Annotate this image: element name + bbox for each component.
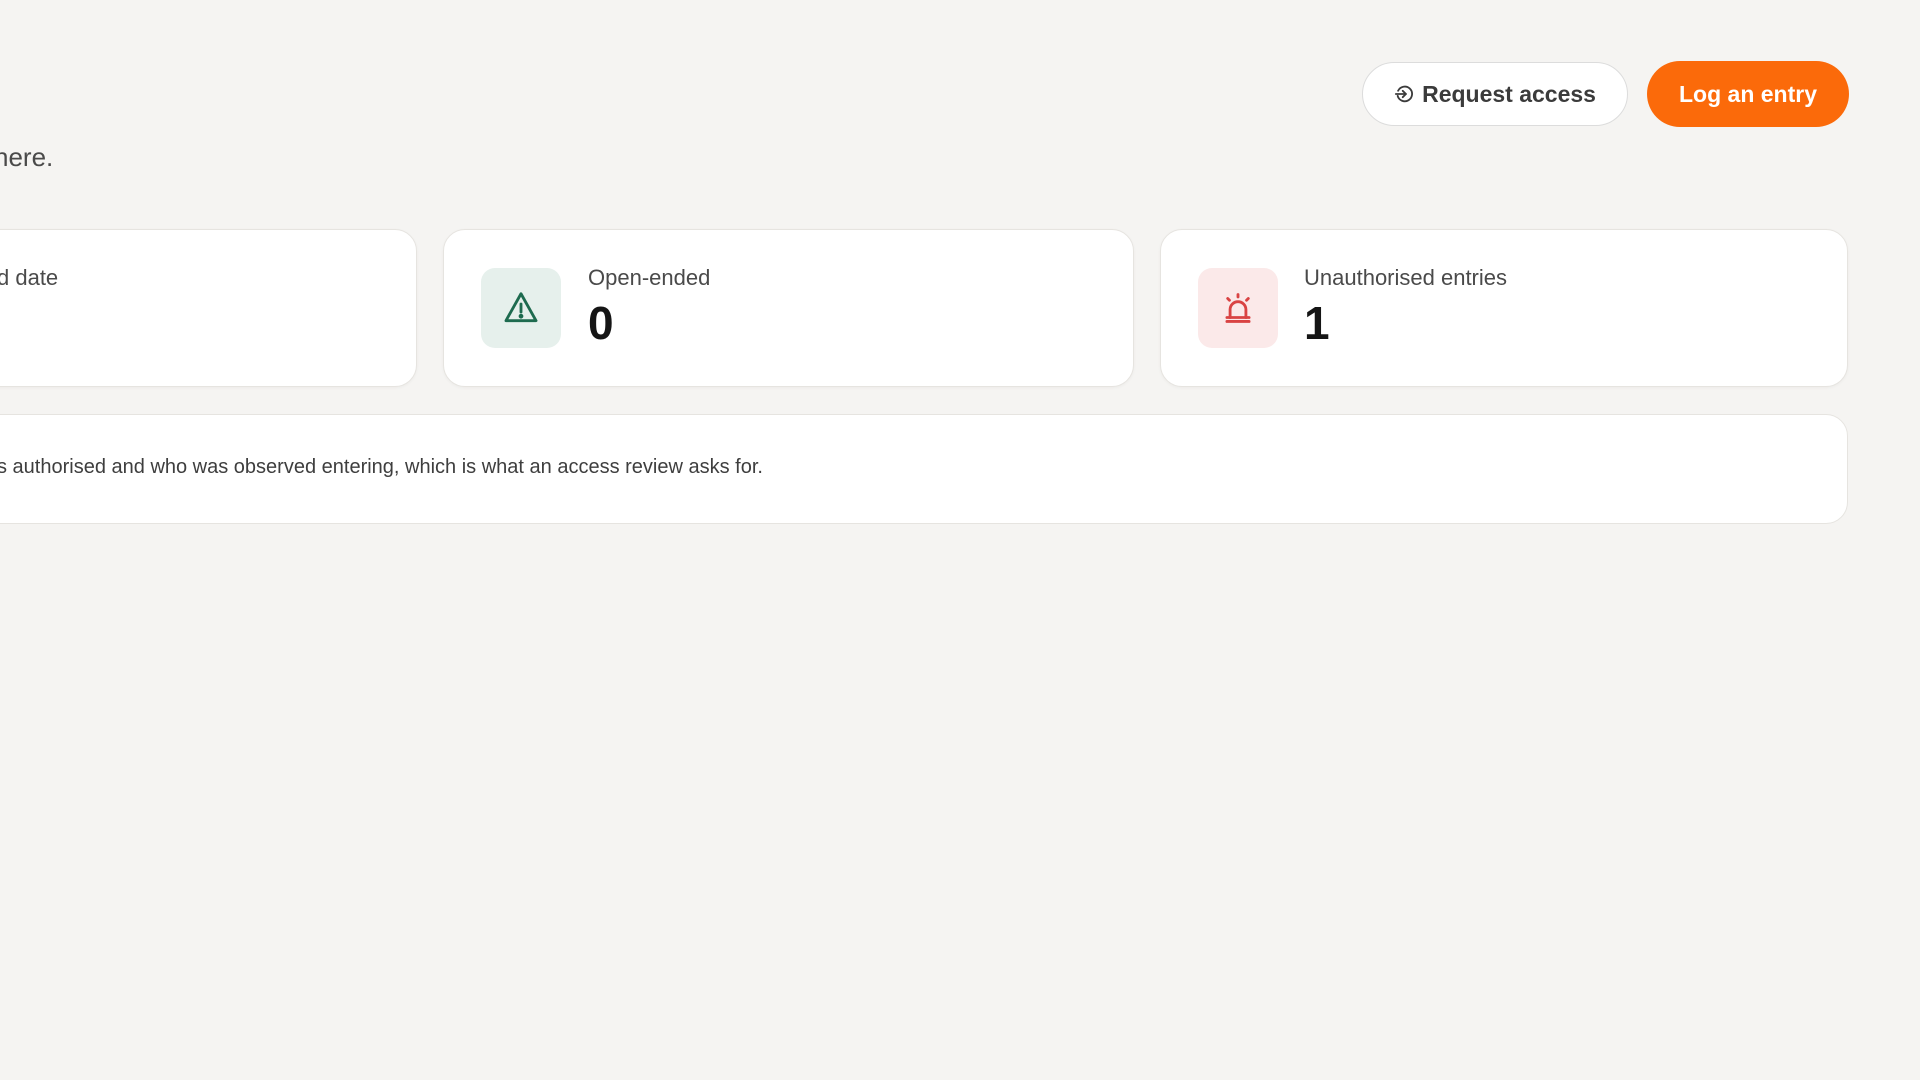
request-access-label: Request access [1422,80,1596,107]
stat-card-value: 0 [588,297,614,349]
request-access-button[interactable]: Request access [1362,62,1628,126]
stat-card-label: Open-ended [588,265,711,290]
stat-card-value: 1 [1304,297,1330,349]
log-entry-label: Log an entry [1678,80,1817,107]
warning-triangle-icon [481,268,561,348]
sign-in-arrow-icon [1394,83,1416,105]
siren-alarm-icon [1198,268,1278,348]
stat-card-unauthorised: Unauthorised entries 1 [1160,229,1848,387]
stat-card-label: Unauthorised entries [1304,265,1508,290]
info-note: s authorised and who was observed enteri… [0,414,1848,524]
stat-card-open-ended: Open-ended 0 [443,229,1134,387]
info-note-text: s authorised and who was observed enteri… [0,456,763,478]
stat-card-end-date: d date [0,229,417,387]
page: here. Request access Log an entry d date [0,0,1920,1080]
stat-card-label: d date [0,265,59,290]
header-actions: Request access Log an entry [1362,61,1849,127]
log-entry-button[interactable]: Log an entry [1646,61,1849,127]
page-subtitle: here. [0,142,54,172]
